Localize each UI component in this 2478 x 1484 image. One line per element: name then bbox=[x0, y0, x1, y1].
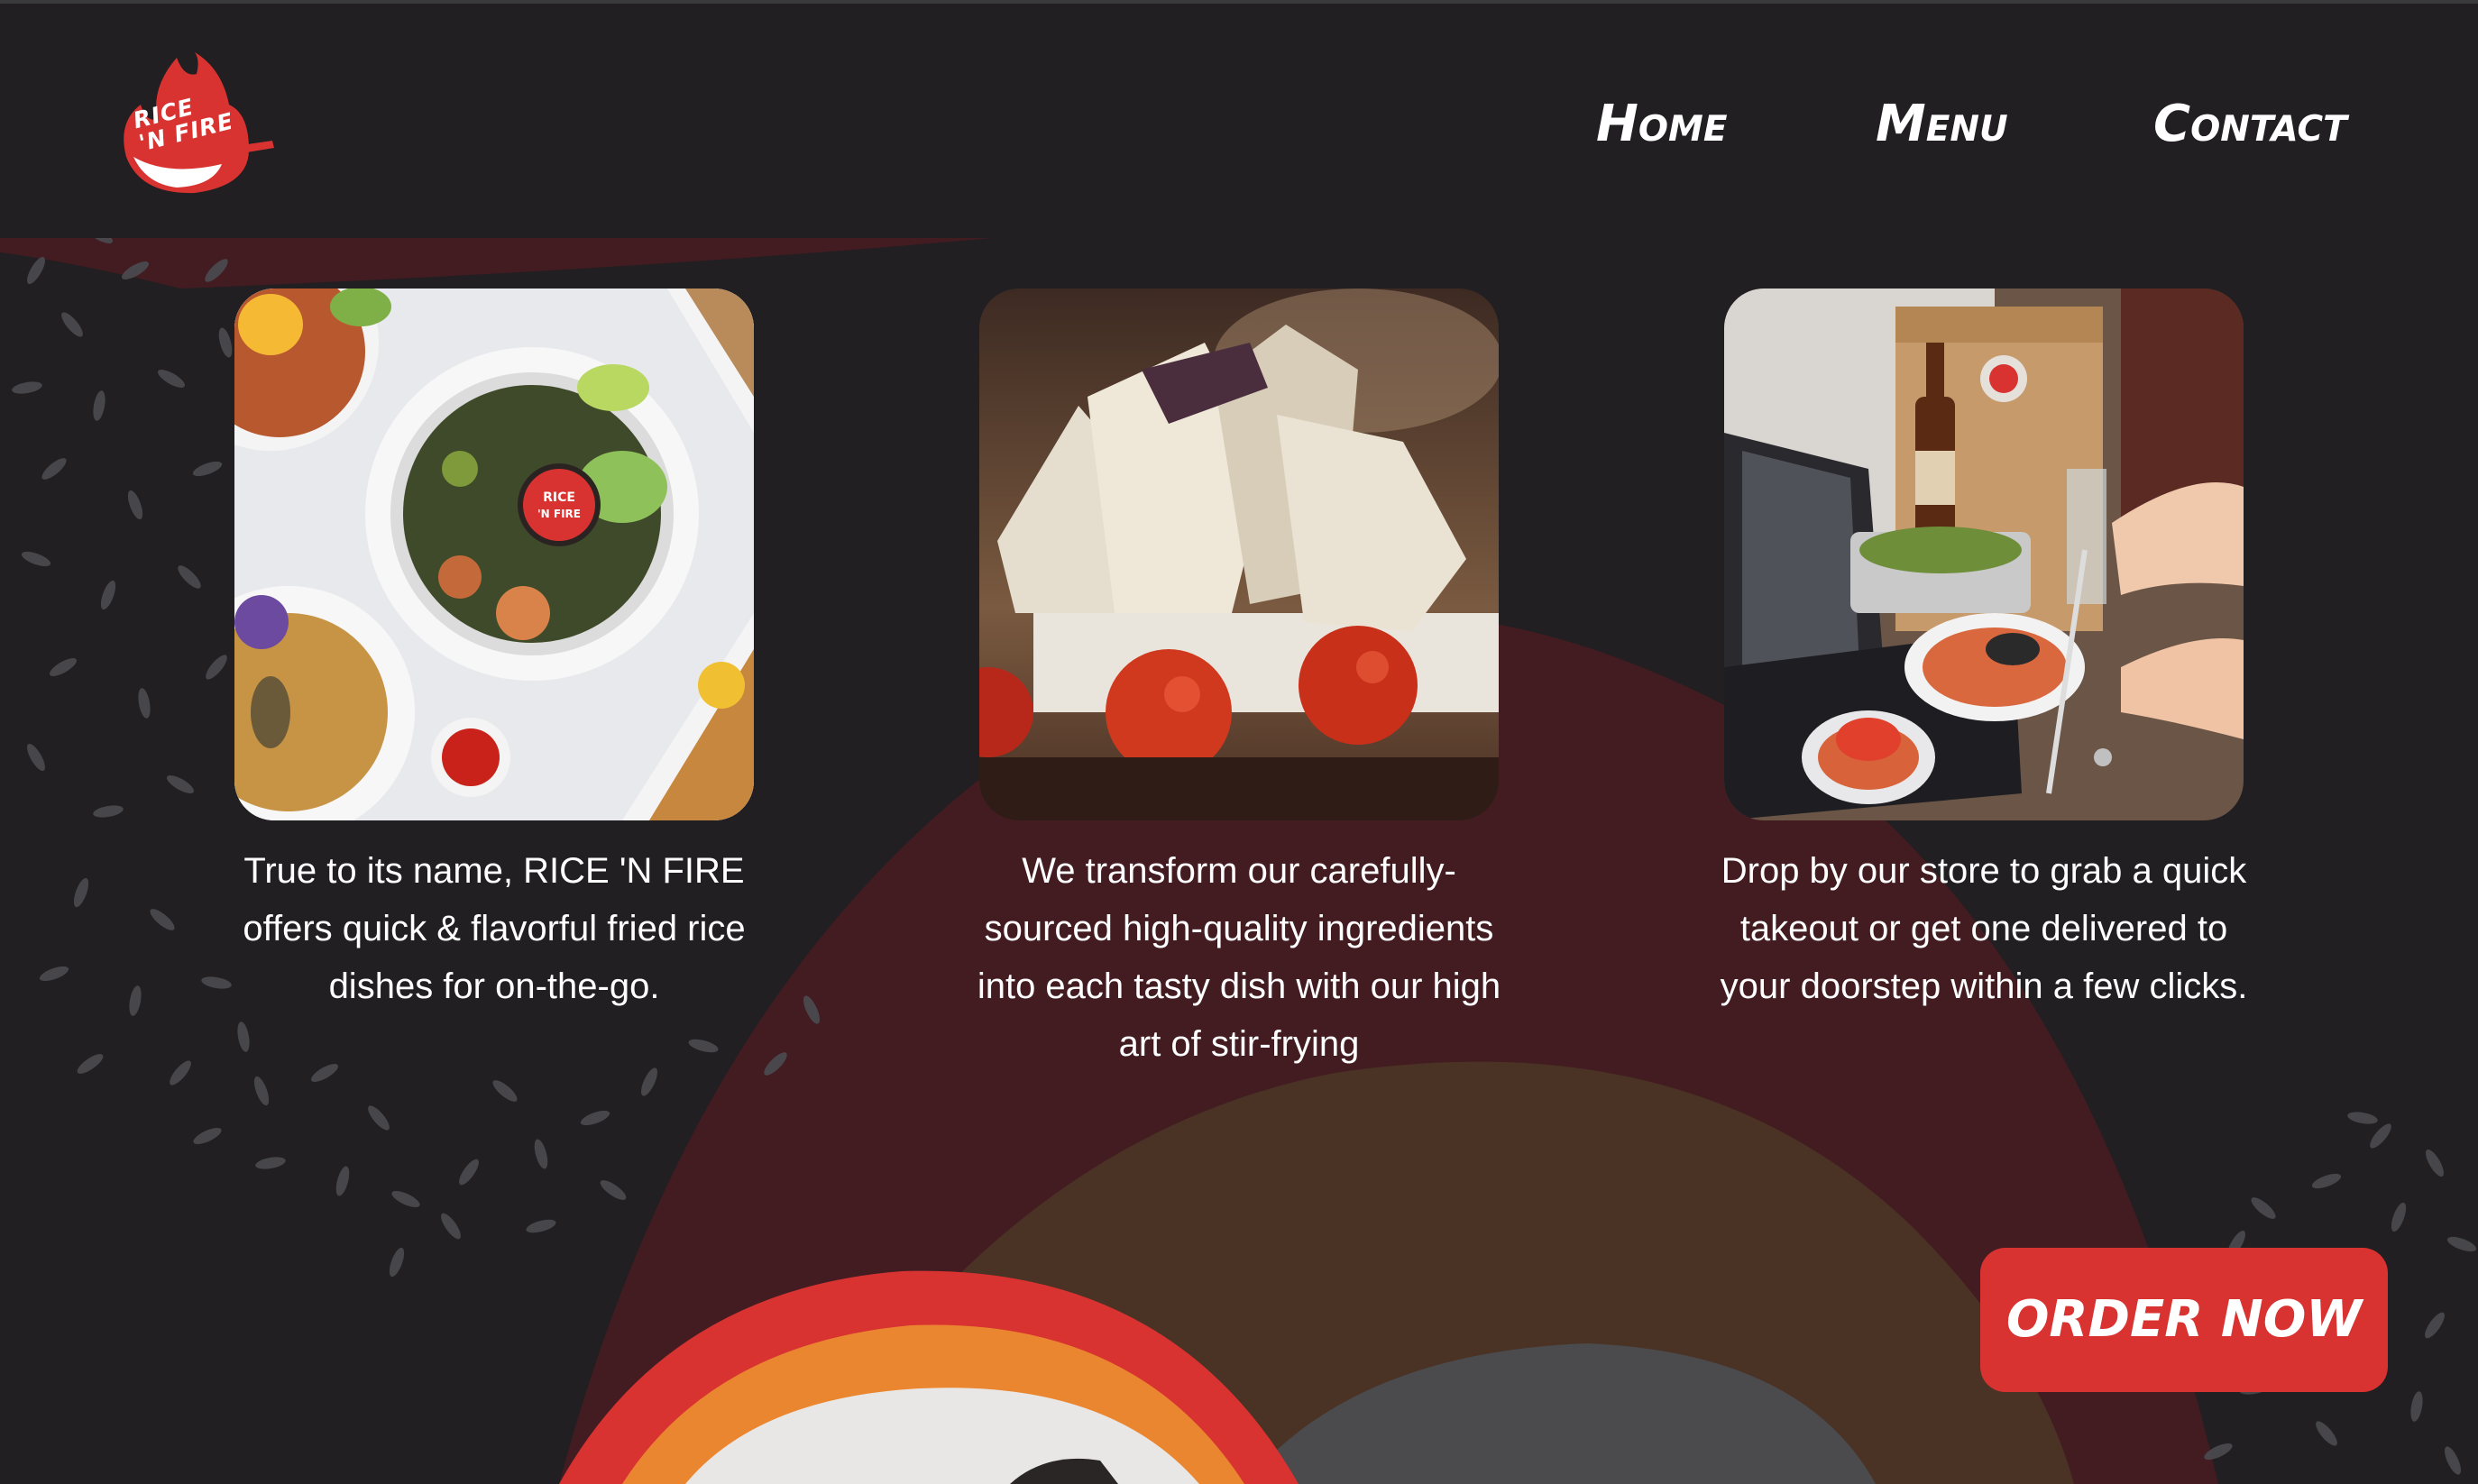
nav-menu[interactable]: Menu bbox=[1876, 88, 2008, 160]
card-3-description: Drop by our store to grab a quick takeou… bbox=[1720, 851, 2248, 1006]
nav-contact[interactable]: Contact bbox=[2153, 88, 2347, 160]
svg-text:RICE: RICE bbox=[543, 490, 575, 505]
ingredients-photo bbox=[979, 289, 1499, 820]
top-brush-stroke bbox=[0, 238, 992, 289]
flame-logo-icon[interactable] bbox=[114, 50, 278, 197]
fried-rice-bowls-photo: RICE 'N FIRE bbox=[234, 289, 754, 820]
nav-home[interactable]: Home bbox=[1596, 88, 1727, 160]
order-now-button[interactable]: ORDER NOW bbox=[1980, 1248, 2388, 1392]
card-2-description: We transform our carefully-sourced high-… bbox=[977, 851, 1501, 1064]
card-1-description: True to its name, RICE 'N FIRE offers qu… bbox=[243, 851, 746, 1006]
landing-page: RICE 'N FIRE Home Menu Contact RICE 'N F… bbox=[0, 0, 2478, 1484]
takeout-order-photo bbox=[1724, 289, 2244, 820]
site-header: RICE 'N FIRE Home Menu Contact bbox=[0, 0, 2478, 238]
svg-text:'N FIRE: 'N FIRE bbox=[537, 508, 581, 520]
